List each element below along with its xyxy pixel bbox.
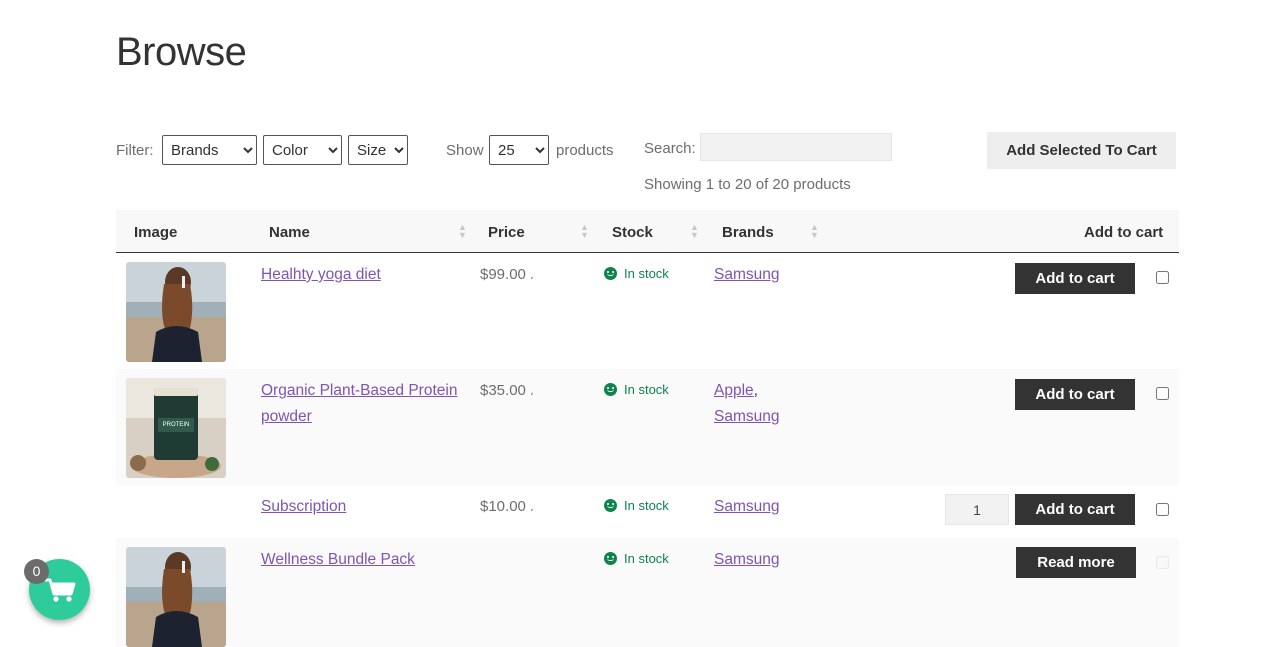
table-row: Wellness Bundle Pack In stock Samsung Re… (116, 538, 1179, 647)
product-image[interactable] (126, 262, 226, 362)
products-label: products (556, 142, 614, 159)
table-row: Healhty yoga diet $99.00 ، In stock Sams… (116, 253, 1179, 369)
table-row: PROTEIN Organic Plant-Based Protein powd… (116, 369, 1179, 485)
stock-status: In stock (604, 382, 669, 397)
color-filter-select[interactable]: Color (263, 135, 342, 165)
product-name: Subscription (261, 494, 461, 520)
product-name: Organic Plant-Based Protein powder (261, 378, 461, 430)
product-price: $35.00 ، (480, 382, 534, 399)
add-to-cart-button[interactable]: Add to cart (1015, 379, 1135, 410)
search-input[interactable] (700, 133, 892, 161)
product-link[interactable]: Organic Plant-Based Protein powder (261, 382, 457, 425)
filter-label: Filter: (116, 142, 154, 159)
show-count-select[interactable]: 25 (489, 135, 549, 165)
woman-beach-photo-icon (126, 262, 226, 362)
header-name[interactable]: Name (269, 224, 310, 241)
brand-link[interactable]: Samsung (714, 266, 779, 283)
in-stock-icon (604, 383, 617, 396)
brand-link[interactable]: Samsung (714, 408, 779, 425)
product-link[interactable]: Subscription (261, 498, 346, 515)
table-controls: Filter: Brands Color Size Show 25 produc… (116, 132, 1179, 193)
svg-text:PROTEIN: PROTEIN (163, 422, 190, 428)
product-brands: Samsung (714, 494, 779, 520)
page-title: Browse (116, 30, 247, 74)
product-name: Wellness Bundle Pack (261, 547, 461, 573)
show-label: Show (446, 142, 484, 159)
in-stock-icon (604, 499, 617, 512)
showing-count-text: Showing 1 to 20 of 20 products (644, 176, 851, 193)
product-brands: Apple, Samsung (714, 382, 780, 425)
add-to-cart-button[interactable]: Add to cart (1015, 263, 1135, 294)
product-price: $99.00 ، (480, 266, 534, 283)
add-to-cart-button[interactable]: Add to cart (1015, 494, 1135, 525)
product-name: Healhty yoga diet (261, 262, 461, 288)
read-more-button[interactable]: Read more (1016, 547, 1136, 578)
product-image[interactable]: PROTEIN (126, 378, 226, 478)
brand-link[interactable]: Apple (714, 382, 754, 399)
brands-filter-select[interactable]: Brands (162, 135, 257, 165)
select-row-checkbox[interactable] (1156, 271, 1169, 284)
cart-count-badge: 0 (24, 559, 49, 584)
product-link[interactable]: Healhty yoga diet (261, 266, 381, 283)
sort-brands-icon[interactable]: ▲ ▼ (810, 223, 819, 240)
product-brands: Samsung (714, 262, 779, 288)
product-image[interactable] (126, 547, 226, 647)
header-brands[interactable]: Brands (722, 224, 774, 241)
search-label: Search: (644, 140, 696, 157)
table-row: Subscription $10.00 ، In stock Samsung A… (116, 485, 1179, 538)
in-stock-icon (604, 267, 617, 280)
quantity-input[interactable] (945, 494, 1009, 525)
select-row-checkbox (1156, 556, 1169, 569)
product-brands: Samsung (714, 547, 779, 573)
select-row-checkbox[interactable] (1156, 387, 1169, 400)
sort-price-icon[interactable]: ▲ ▼ (580, 223, 589, 240)
stock-status: In stock (604, 551, 669, 566)
header-price[interactable]: Price (488, 224, 525, 241)
woman-beach-photo-icon (126, 547, 226, 647)
size-filter-select[interactable]: Size (348, 135, 408, 165)
protein-powder-photo-icon: PROTEIN (126, 378, 226, 478)
sort-name-icon[interactable]: ▲ ▼ (458, 223, 467, 240)
select-row-checkbox[interactable] (1156, 503, 1169, 516)
sort-stock-icon[interactable]: ▲ ▼ (690, 223, 699, 240)
product-link[interactable]: Wellness Bundle Pack (261, 551, 415, 568)
product-price: $10.00 ، (480, 498, 534, 515)
add-selected-to-cart-button[interactable]: Add Selected To Cart (987, 132, 1176, 169)
stock-status: In stock (604, 266, 669, 281)
brand-link[interactable]: Samsung (714, 498, 779, 515)
brand-link[interactable]: Samsung (714, 551, 779, 568)
table-header: Image Name ▲ ▼ Price ▲ ▼ Stock ▲ ▼ Brands ▲… (116, 210, 1179, 253)
header-stock[interactable]: Stock (612, 224, 653, 241)
in-stock-icon (604, 552, 617, 565)
header-add-to-cart: Add to cart (1084, 224, 1164, 241)
stock-status: In stock (604, 498, 669, 513)
header-image[interactable]: Image (134, 224, 177, 241)
